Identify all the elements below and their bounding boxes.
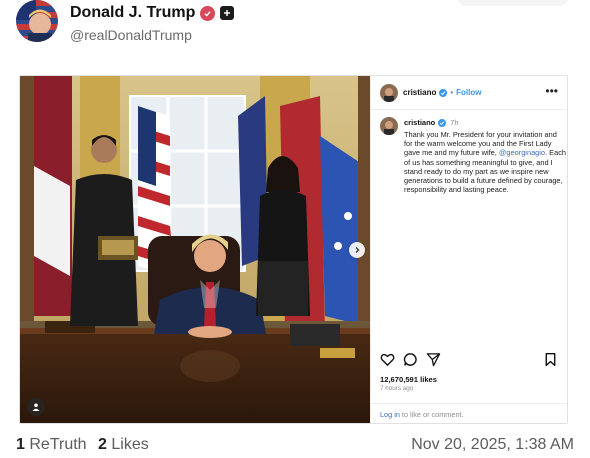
plus-square-icon (220, 6, 235, 20)
more-options-icon[interactable]: ••• (545, 85, 558, 97)
instagram-username[interactable]: cristiano (403, 88, 436, 97)
instagram-embed[interactable]: cristiano • Follow ••• cristiano 7h Than… (19, 75, 568, 424)
retruth-label: ReTruth (29, 436, 87, 453)
caption-mention-link[interactable]: @georginagio (499, 148, 545, 157)
caption-avatar[interactable] (380, 117, 398, 135)
user-handle[interactable]: @realDonaldTrump (70, 27, 192, 43)
post-footer: 1 ReTruth 2 Likes Nov 20, 2025, 1:38 AM (16, 436, 574, 456)
post-header: Donald J. Trump @realDonaldTrump (16, 0, 576, 50)
caption-username[interactable]: cristiano (404, 118, 435, 127)
separator-dot: • (450, 88, 454, 97)
retruth-count: 1 (16, 436, 25, 453)
likes-count-footer: 2 (98, 436, 107, 453)
embedded-photo[interactable] (20, 76, 370, 423)
retruth-stat[interactable]: 1 ReTruth (16, 436, 87, 454)
post-age: 7 hours ago (380, 385, 414, 392)
caption-time: 7h (450, 118, 459, 127)
instagram-header: cristiano • Follow ••• (371, 76, 567, 110)
tagged-people-icon[interactable] (27, 398, 45, 416)
caption-text: Thank you Mr. President for your invitat… (404, 130, 566, 194)
heart-icon[interactable] (380, 352, 395, 367)
instagram-actions (380, 352, 560, 368)
verified-badge-icon (200, 5, 216, 21)
follow-button[interactable]: Follow (456, 88, 481, 97)
next-photo-arrow-icon[interactable] (349, 242, 365, 258)
likes-count: 12,670,591 likes (380, 375, 438, 384)
post-timestamp[interactable]: Nov 20, 2025, 1:38 AM (411, 436, 574, 454)
instagram-avatar[interactable] (380, 83, 398, 102)
caption-verified-icon (438, 118, 447, 127)
instagram-side-panel: cristiano • Follow ••• cristiano 7h Than… (370, 76, 567, 423)
login-prompt: Log in to like or comment. (371, 403, 567, 423)
comment-icon[interactable] (403, 352, 418, 367)
login-link[interactable]: Log in (380, 410, 400, 419)
bookmark-icon[interactable] (543, 352, 558, 367)
instagram-verified-icon (439, 88, 448, 97)
login-prompt-text: to like or comment. (399, 410, 464, 419)
avatar[interactable] (16, 0, 58, 42)
share-icon[interactable] (426, 352, 441, 367)
likes-label: Likes (111, 436, 149, 453)
likes-stat[interactable]: 2 Likes (98, 436, 149, 454)
display-name[interactable]: Donald J. Trump (70, 4, 195, 22)
